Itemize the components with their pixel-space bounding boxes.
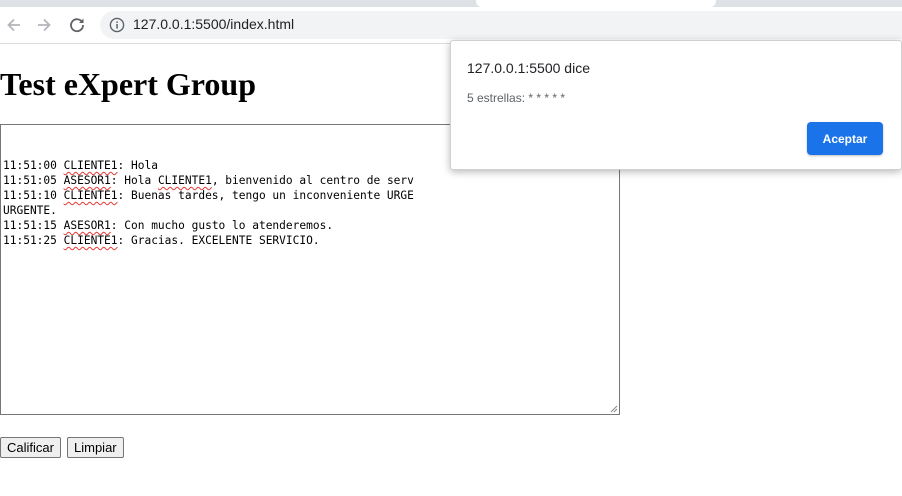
resize-grip-icon[interactable] (610, 405, 618, 413)
address-bar[interactable]: 127.0.0.1:5500/index.html (100, 11, 902, 39)
chat-text: : Buenas tardes, tengo un inconveniente … (117, 189, 414, 202)
chat-text: 11:51:05 (3, 174, 64, 187)
reload-icon[interactable] (63, 11, 91, 39)
chat-text: : Con mucho gusto lo atenderemos. (110, 219, 334, 232)
chat-line: URGENTE. (3, 203, 617, 218)
page-title: Test eXpert Group (0, 66, 256, 102)
rate-button[interactable]: Calificar (0, 437, 61, 458)
chat-line: 11:51:10 CLIENTE1: Buenas tardes, tengo … (3, 188, 617, 203)
chat-speaker: CLIENTE1 (63, 189, 118, 202)
chat-line: 11:51:05 ASESOR1: Hola CLIENTE1, bienven… (3, 173, 617, 188)
chat-text: : Gracias. EXCELENTE SERVICIO. (117, 234, 320, 247)
chat-text: 11:51:15 (3, 219, 64, 232)
active-tab[interactable] (476, 0, 716, 7)
chat-text: 11:51:25 (3, 234, 64, 247)
chat-text: 11:51:00 (3, 159, 64, 172)
chat-text: : Hola (110, 174, 158, 187)
chat-speaker: CLIENTE1 (157, 174, 212, 187)
chat-line: 11:51:15 ASESOR1: Con mucho gusto lo ate… (3, 218, 617, 233)
dialog-message: 5 estrellas: * * * * * (467, 91, 566, 105)
dialog-title: 127.0.0.1:5500 dice (467, 60, 590, 76)
clear-button[interactable]: Limpiar (67, 437, 124, 458)
url-text: 127.0.0.1:5500/index.html (133, 16, 295, 32)
chat-speaker: ASESOR1 (63, 174, 111, 187)
browser-toolbar: 127.0.0.1:5500/index.html (0, 7, 902, 44)
alert-dialog: 127.0.0.1:5500 dice 5 estrellas: * * * *… (450, 40, 902, 170)
chat-speaker: CLIENTE1 (63, 159, 118, 172)
chat-speaker: CLIENTE1 (63, 234, 118, 247)
chat-text: URGENTE. (3, 204, 57, 217)
chat-text: 11:51:10 (3, 189, 64, 202)
info-icon[interactable] (109, 17, 125, 33)
chat-line: 11:51:25 CLIENTE1: Gracias. EXCELENTE SE… (3, 233, 617, 248)
accept-button[interactable]: Aceptar (807, 122, 883, 155)
back-icon[interactable] (0, 11, 28, 39)
chat-speaker: ASESOR1 (63, 219, 111, 232)
tab-strip (0, 0, 902, 7)
chat-text: : Hola (117, 159, 158, 172)
forward-icon[interactable] (30, 11, 58, 39)
chat-text: , bienvenido al centro de serv (211, 174, 414, 187)
